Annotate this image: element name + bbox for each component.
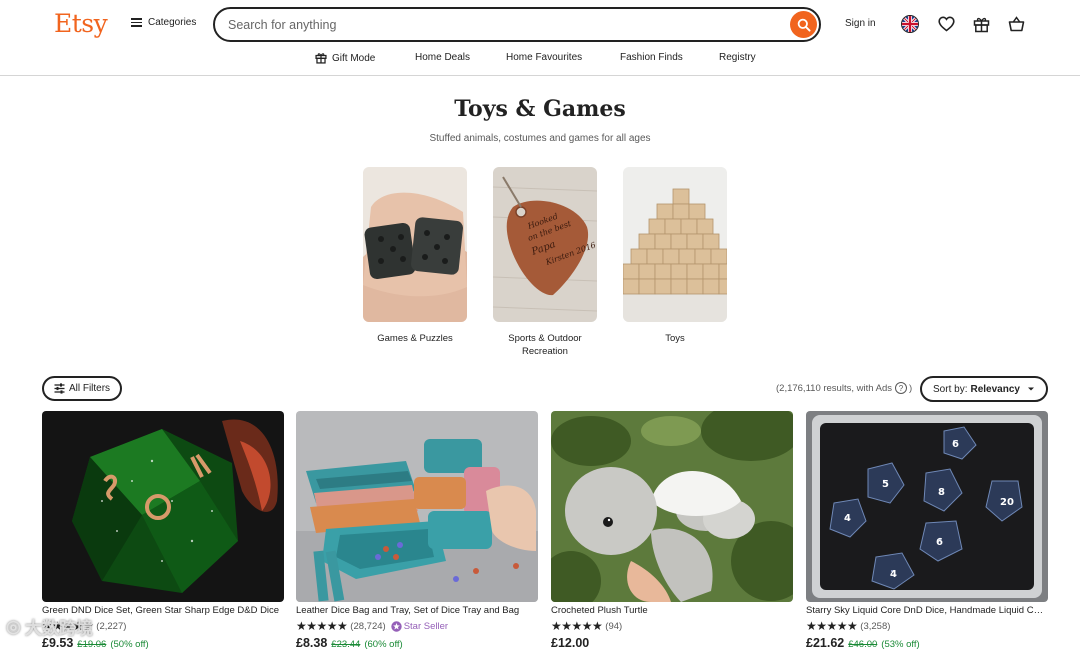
nav-home-favourites[interactable]: Home Favourites [506,52,582,63]
product-card[interactable]: Crocheted Plush Turtle ★★★★★ (94) £12.00 [551,411,793,649]
price-row: £8.38 £23.44 (60% off) [296,636,538,649]
rating-stars: ★★★★★ [806,619,858,633]
star-seller-label: Star Seller [403,620,449,632]
category-image-blocks [623,167,727,322]
category-label: Toys [665,333,685,344]
review-count: (28,724) [350,620,386,632]
svg-text:6: 6 [936,537,943,548]
review-count: (2,227) [96,620,127,632]
product-price: £8.38 [296,636,328,649]
category-card-toys[interactable]: Toys [623,167,727,345]
product-rating: ★★★★★ (28,724) Star Seller [296,619,538,633]
product-rating: ★★★★★ (3,258) [806,619,1048,633]
all-filters-label: All Filters [68,383,111,394]
discount: (60% off) [364,639,403,649]
etsy-logo[interactable]: Etsy [54,9,108,38]
svg-text:6: 6 [952,439,959,450]
filter-icon [54,383,65,394]
sort-prefix: Sort by: [933,383,968,395]
nav-home-deals[interactable]: Home Deals [415,52,470,63]
sign-in-link[interactable]: Sign in [845,18,876,29]
original-price: £19.06 [77,639,107,649]
results-text: (2,176,110 results, with Ads [776,382,892,394]
search-bar [213,7,821,42]
hamburger-icon [131,18,142,27]
rating-stars: ★★★★★ [296,619,348,633]
product-image-dice-tray [296,411,538,602]
search-input[interactable] [228,16,768,34]
page-title: Toys & Games [454,96,626,122]
product-image-plush-turtle [551,411,793,602]
basket-icon[interactable] [1006,14,1026,34]
heart-icon[interactable] [936,14,956,34]
nav-gift-mode[interactable]: Gift Mode [315,52,375,64]
svg-text:8: 8 [938,487,945,498]
review-count: (94) [605,620,623,632]
sort-dropdown[interactable]: Sort by: Relevancy [920,376,1048,402]
search-icon [797,18,811,32]
uk-flag-icon[interactable] [901,15,919,33]
product-title[interactable]: Leather Dice Bag and Tray, Set of Dice T… [296,605,538,618]
search-button[interactable] [790,11,817,38]
site-header: Etsy Categories Sign in [0,0,1080,76]
gift-icon [315,53,327,64]
watermark-text: 大数跨境 [24,619,93,638]
product-card[interactable]: Leather Dice Bag and Tray, Set of Dice T… [296,411,538,649]
main-nav: Gift Mode Home Deals Home Favourites Fas… [0,50,1080,66]
all-filters-button[interactable]: All Filters [42,376,122,401]
original-price: £23.44 [331,639,361,649]
original-price: £46.00 [848,639,878,649]
product-title[interactable]: Crocheted Plush Turtle [551,605,793,618]
price-row: £12.00 [551,636,793,649]
product-title[interactable]: Starry Sky Liquid Core DnD Dice, Handmad… [806,605,1048,618]
gift-icon[interactable] [971,14,991,34]
category-card-games-puzzles[interactable]: Games & Puzzles [363,167,467,345]
review-count: (3,258) [860,620,891,632]
product-image-starry-dice: 6 5 8 20 4 6 4 [806,411,1048,602]
nav-label: Gift Mode [332,52,376,64]
category-label: Games & Puzzles [377,333,453,344]
chevron-down-icon [1027,387,1034,391]
page-subtitle: Stuffed animals, costumes and games for … [429,133,651,144]
discount: (50% off) [110,639,149,649]
watermark-logo-icon: ◎ [6,616,21,636]
svg-text:4: 4 [844,513,851,524]
category-image-dice [363,167,467,322]
svg-text:4: 4 [890,569,897,580]
price-row: £21.62 £46.00 (53% off) [806,636,1048,649]
categories-label: Categories [148,17,197,28]
discount: (53% off) [881,639,920,649]
svg-text:20: 20 [1000,497,1014,508]
rating-stars: ★★★★★ [551,619,603,633]
category-card-sports-outdoor[interactable]: Hooked on the best Papa Kirsten 2016 Spo… [493,167,597,358]
star-seller-badge: Star Seller [390,620,449,632]
category-label: Sports & Outdoor Recreation [508,333,582,357]
category-image-guitar-pick: Hooked on the best Papa Kirsten 2016 [493,167,597,322]
help-circle-icon[interactable]: ? [895,382,907,394]
svg-text:5: 5 [882,479,889,490]
product-rating: ★★★★★ (94) [551,619,793,633]
results-count: (2,176,110 results, with Ads ? ) [776,382,913,394]
product-image-green-dice [42,411,284,602]
watermark: ◎ 大数跨境 [6,614,93,639]
categories-button[interactable]: Categories [131,17,196,28]
star-seller-badge-icon [390,620,402,632]
product-price: £21.62 [806,636,845,649]
sort-value: Relevancy [970,383,1020,395]
product-price: £12.00 [551,636,590,649]
product-card[interactable]: 6 5 8 20 4 6 4 Starry Sky Liquid Core DnD Dice… [806,411,1048,649]
nav-fashion-finds[interactable]: Fashion Finds [620,52,683,63]
nav-registry[interactable]: Registry [719,52,756,63]
